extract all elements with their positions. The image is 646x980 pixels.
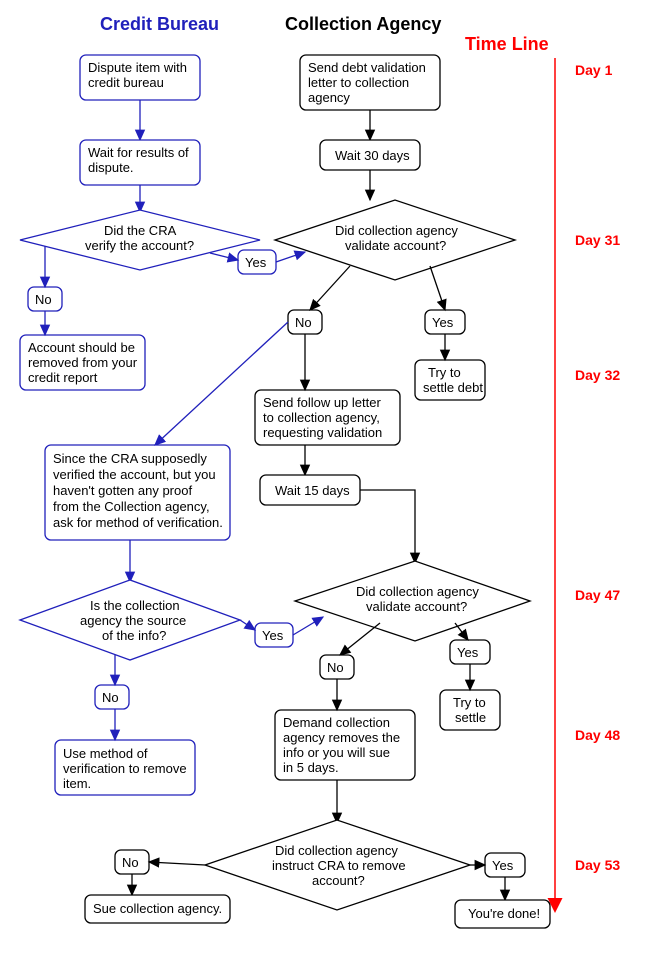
text-wait15: Wait 15 days: [275, 483, 350, 498]
edge-instruct-no: [149, 862, 205, 865]
timeline-day53: Day 53: [575, 857, 620, 873]
edge-verify-yes: [210, 253, 238, 260]
text-cra-yes: Yes: [245, 255, 267, 270]
timeline-day1: Day 1: [575, 62, 613, 78]
text-validate2-yes: Yes: [457, 645, 479, 660]
text-source-no: No: [102, 690, 119, 705]
timeline-day47: Day 47: [575, 587, 620, 603]
edge-validate1-no: [310, 266, 350, 310]
edge-validate1-yes: [430, 266, 445, 310]
edge-source-yes: [240, 620, 255, 630]
text-source-yes: Yes: [262, 628, 284, 643]
timeline-day48: Day 48: [575, 727, 620, 743]
edge-wait15-validate2: [360, 490, 415, 563]
text-validate2-no: No: [327, 660, 344, 675]
text-validate2: Did collection agencyvalidate account?: [356, 584, 479, 614]
timeline-day32: Day 32: [575, 367, 620, 383]
text-instruct-no: No: [122, 855, 139, 870]
edge-yes-to-black2: [293, 617, 323, 635]
text-sue: Sue collection agency.: [93, 901, 222, 916]
header-credit-bureau: Credit Bureau: [100, 14, 219, 34]
text-settle2: Try tosettle: [453, 695, 486, 725]
edge-validate2-yes: [455, 623, 468, 640]
header-collection-agency: Collection Agency: [285, 14, 441, 34]
text-done: You're done!: [468, 906, 540, 921]
text-validate1-no: No: [295, 315, 312, 330]
text-followup: Send follow up letterto collection agenc…: [263, 395, 382, 440]
timeline-day31: Day 31: [575, 232, 620, 248]
text-cra-no: No: [35, 292, 52, 307]
edge-crayes-validate1: [276, 252, 305, 262]
text-wait30: Wait 30 days: [335, 148, 410, 163]
text-validate1-yes: Yes: [432, 315, 454, 330]
edge-validate2-no: [340, 623, 380, 655]
text-validate1: Did collection agencyvalidate account?: [335, 223, 458, 253]
text-instruct-yes: Yes: [492, 858, 514, 873]
header-timeline: Time Line: [465, 34, 549, 54]
